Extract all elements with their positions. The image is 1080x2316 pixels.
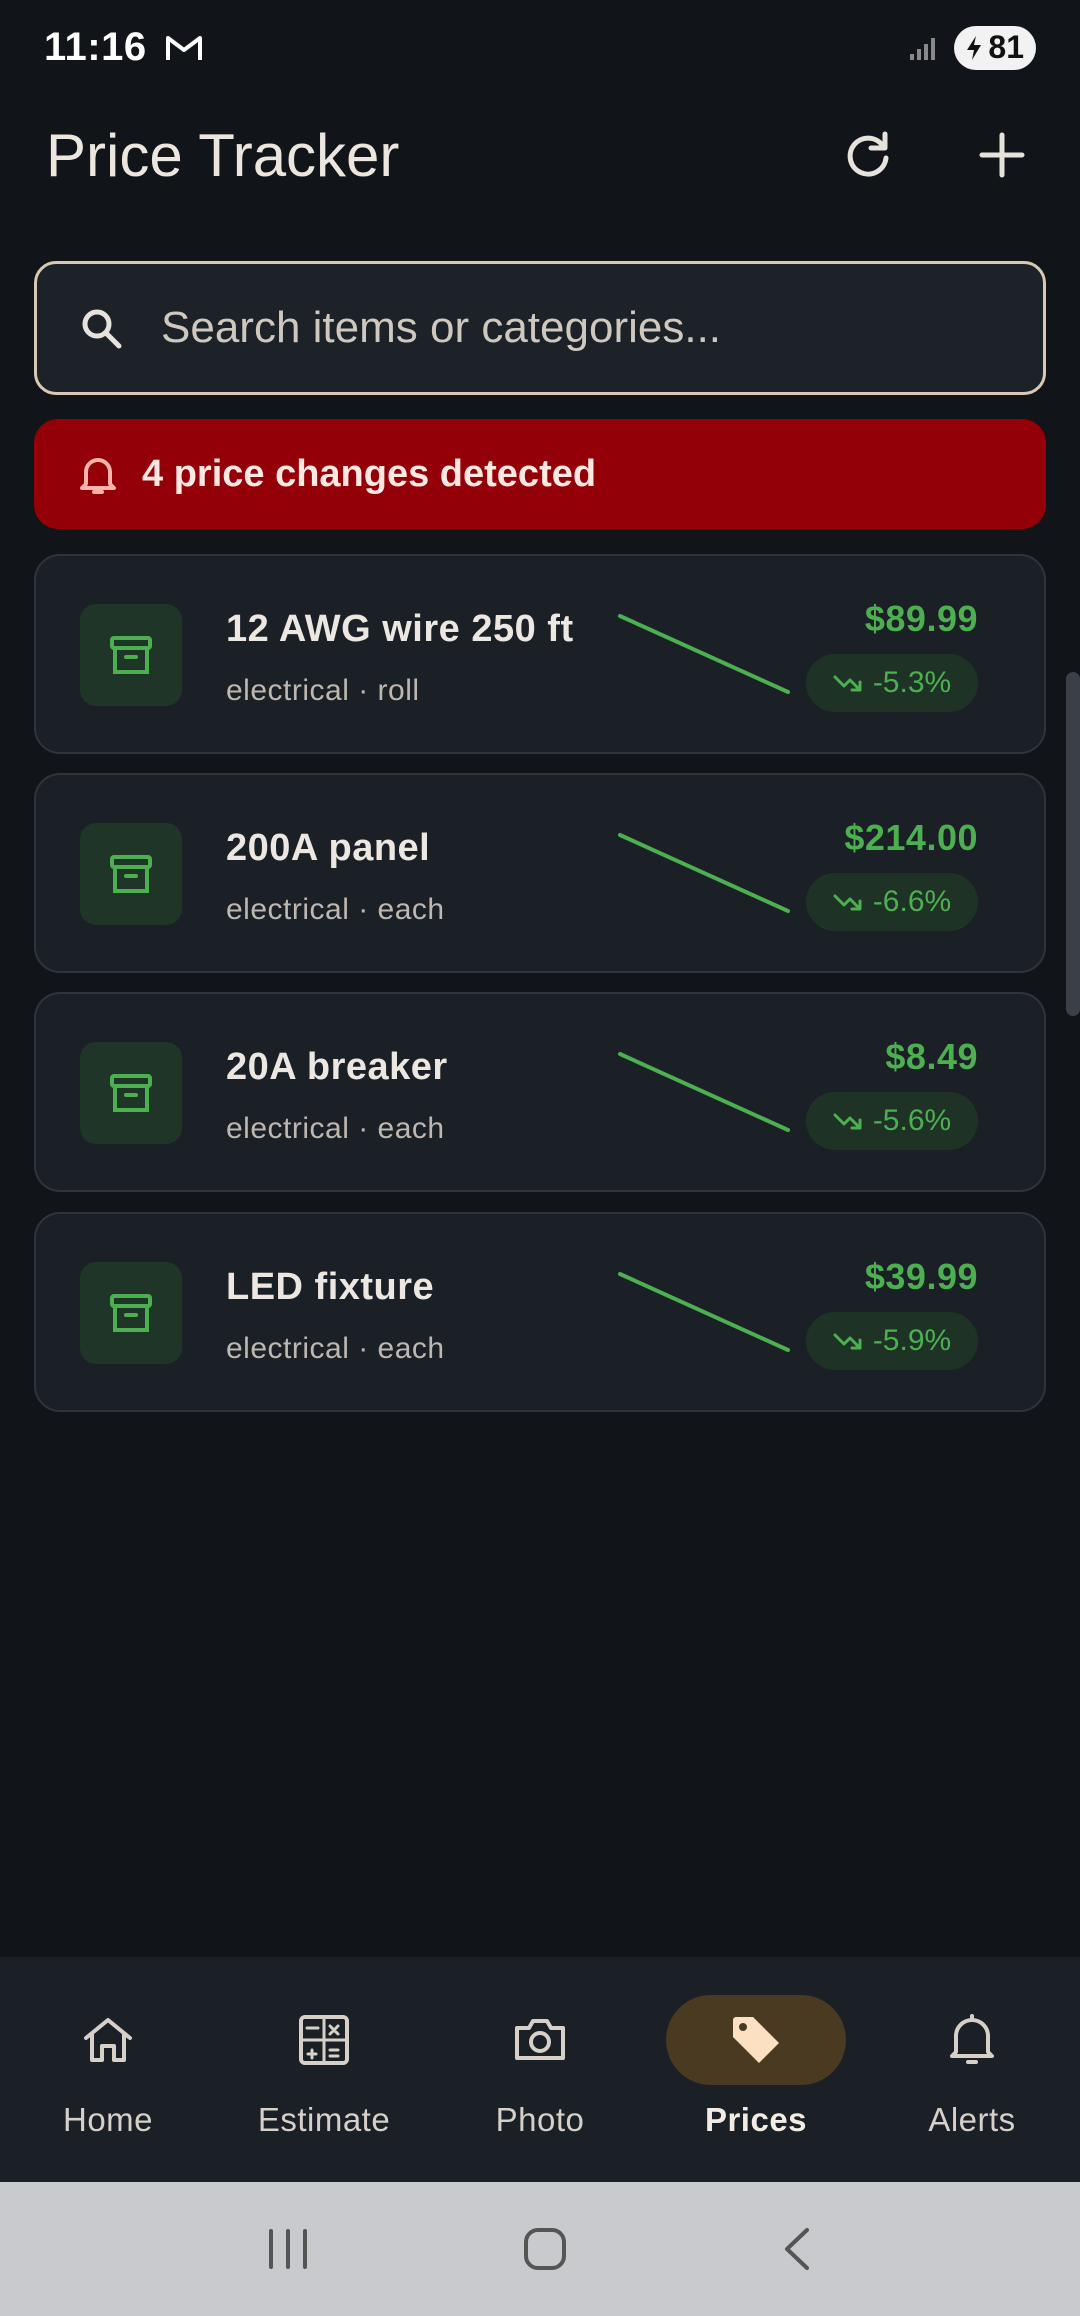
archive-icon <box>110 1074 152 1112</box>
battery-level: 81 <box>988 29 1024 65</box>
price-trend-sparkline <box>618 833 790 913</box>
status-bar: 11:16 81 <box>0 0 1080 95</box>
charging-icon <box>967 35 982 60</box>
price-item-card[interactable]: 12 AWG wire 250 ft electrical · roll $89… <box>34 554 1046 754</box>
nav-item-alerts[interactable]: Alerts <box>864 1957 1080 2182</box>
price-trend-sparkline <box>618 1052 790 1132</box>
bell-icon <box>80 458 116 494</box>
alert-text: 4 price changes detected <box>142 452 597 495</box>
app-bar: Price Tracker <box>0 110 1080 200</box>
status-time: 11:16 <box>44 25 147 69</box>
search-bar[interactable] <box>34 261 1046 395</box>
page-title: Price Tracker <box>46 121 400 189</box>
trending-down-icon <box>833 1333 862 1350</box>
price-changes-banner[interactable]: 4 price changes detected <box>34 419 1046 529</box>
price-item-card[interactable]: 200A panel electrical · each $214.00 -6.… <box>34 773 1046 973</box>
search-icon <box>82 309 122 349</box>
price-change-value: -5.9% <box>872 1324 952 1357</box>
system-navigation-bar <box>0 2182 1080 2316</box>
price-change-value: -5.3% <box>872 666 952 699</box>
price-item-card[interactable]: LED fixture electrical · each $39.99 -5.… <box>34 1212 1046 1412</box>
archive-icon <box>110 636 152 674</box>
nav-label: Alerts <box>928 2101 1016 2138</box>
price-change-badge: -5.6% <box>806 1092 978 1150</box>
nav-item-home[interactable]: Home <box>0 1957 216 2182</box>
tag-icon <box>733 2017 779 2063</box>
archive-icon <box>110 855 152 893</box>
item-category: electrical · roll <box>226 674 420 707</box>
price-change-badge: -5.9% <box>806 1312 978 1370</box>
refresh-icon <box>847 131 889 177</box>
price-change-value: -5.6% <box>872 1104 952 1137</box>
nav-item-estimate[interactable]: Estimate <box>216 1957 432 2182</box>
recent-apps-icon[interactable] <box>263 2227 313 2271</box>
item-thumbnail <box>80 823 182 925</box>
home-icon <box>84 2018 132 2062</box>
nav-label: Home <box>62 2101 154 2138</box>
item-price: $8.49 <box>885 1036 978 1077</box>
item-category: electrical · each <box>226 1332 445 1365</box>
item-name: 200A panel <box>226 827 431 869</box>
price-change-badge: -6.6% <box>806 873 978 931</box>
trending-down-icon <box>833 675 862 692</box>
item-thumbnail <box>80 604 182 706</box>
home-button-icon[interactable] <box>520 2224 570 2274</box>
search-input[interactable] <box>161 303 981 353</box>
bottom-navigation: Home Estimate Photo Prices Alerts <box>0 1957 1080 2182</box>
trending-down-icon <box>833 894 862 911</box>
archive-icon <box>110 1294 152 1332</box>
add-item-button[interactable] <box>970 123 1034 187</box>
camera-icon <box>515 2019 565 2060</box>
gmail-icon <box>165 35 202 60</box>
price-change-value: -6.6% <box>872 885 952 918</box>
price-change-badge: -5.3% <box>806 654 978 712</box>
nav-item-prices[interactable]: Prices <box>648 1957 864 2182</box>
nav-label: Prices <box>704 2101 808 2138</box>
nav-label: Estimate <box>257 2101 391 2138</box>
add-icon <box>979 132 1025 178</box>
nav-item-photo[interactable]: Photo <box>432 1957 648 2182</box>
trending-down-icon <box>833 1113 862 1130</box>
signal-icon <box>910 37 936 60</box>
item-name: LED fixture <box>226 1266 435 1308</box>
item-thumbnail <box>80 1042 182 1144</box>
item-thumbnail <box>80 1262 182 1364</box>
item-name: 20A breaker <box>226 1046 448 1088</box>
battery-indicator: 81 <box>954 25 1036 70</box>
item-category: electrical · each <box>226 893 445 926</box>
calculator-icon <box>299 2015 349 2065</box>
item-price: $214.00 <box>844 817 978 858</box>
item-category: electrical · each <box>226 1112 445 1145</box>
bell-icon <box>950 2014 994 2064</box>
item-price: $39.99 <box>864 1256 978 1297</box>
item-name: 12 AWG wire 250 ft <box>226 608 574 650</box>
price-trend-sparkline <box>618 614 790 694</box>
item-price: $89.99 <box>864 598 978 639</box>
refresh-button[interactable] <box>836 123 900 187</box>
price-item-card[interactable]: 20A breaker electrical · each $8.49 -5.6… <box>34 992 1046 1192</box>
nav-label: Photo <box>495 2101 585 2138</box>
scrollbar[interactable] <box>1066 672 1080 1016</box>
price-trend-sparkline <box>618 1272 790 1352</box>
back-icon[interactable] <box>777 2224 817 2274</box>
